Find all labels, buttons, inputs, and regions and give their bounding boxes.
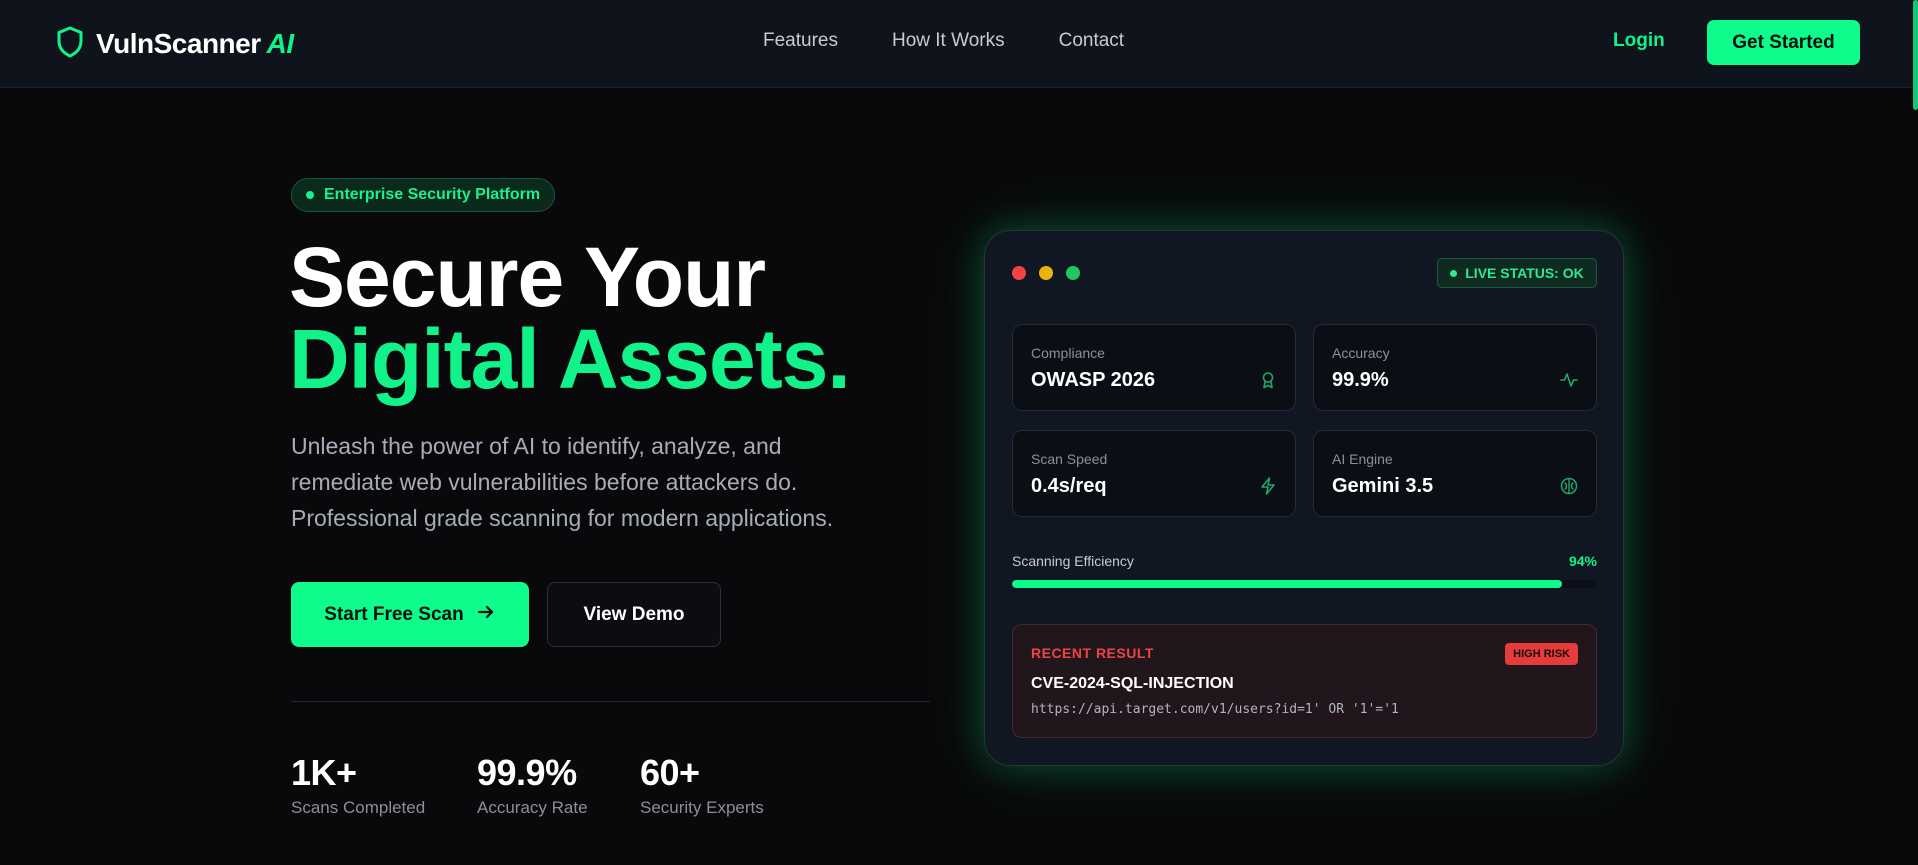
get-started-button[interactable]: Get Started [1707, 20, 1860, 65]
subtitle-line-1: Unleash the power of AI to identify, ana… [291, 433, 782, 459]
efficiency-label: Scanning Efficiency [1012, 553, 1134, 569]
stat-accuracy: 99.9% Accuracy Rate [477, 752, 588, 818]
stat-value: 1K+ [291, 752, 357, 793]
nav-links: Features How It Works Contact [763, 30, 1124, 52]
efficiency-progress-fill [1012, 580, 1562, 588]
nav-link-how-it-works[interactable]: How It Works [892, 30, 1005, 52]
result-url: https://api.target.com/v1/users?id=1' OR… [1031, 702, 1399, 717]
stat-value: 60+ [640, 752, 700, 793]
window-maximize-dot [1066, 266, 1080, 280]
metric-value: 0.4s/req [1031, 475, 1107, 497]
metric-value: OWASP 2026 [1031, 369, 1156, 391]
stat-experts: 60+ Security Experts [640, 752, 764, 818]
metric-label: Compliance [1031, 345, 1105, 361]
login-link[interactable]: Login [1613, 30, 1665, 52]
stat-scans: 1K+ Scans Completed [291, 752, 425, 818]
stat-label: Scans Completed [291, 798, 426, 817]
zap-icon [1259, 477, 1277, 500]
arrow-right-icon [476, 602, 496, 628]
subtitle-line-3: Professional grade scanning for modern a… [291, 505, 834, 531]
metric-scan-speed: Scan Speed 0.4s/req [1012, 430, 1296, 517]
metric-label: Accuracy [1332, 345, 1390, 361]
stat-label: Security Experts [640, 798, 764, 817]
window-controls [1012, 266, 1080, 280]
efficiency-percent: 94% [1568, 553, 1597, 569]
logo-text: VulnScanner AI [96, 28, 294, 60]
window-close-dot [1012, 266, 1026, 280]
subtitle-line-2: remediate web vulnerabilities before att… [291, 469, 798, 495]
metric-label: AI Engine [1332, 451, 1393, 467]
nav-link-contact[interactable]: Contact [1059, 30, 1124, 52]
status-dot-icon [1450, 269, 1458, 277]
metric-accuracy: Accuracy 99.9% [1313, 324, 1597, 411]
badge-label: Enterprise Security Platform [324, 186, 541, 203]
dashboard-card: LIVE STATUS: OK Compliance OWASP 2026 Ac… [984, 230, 1624, 766]
activity-icon [1560, 371, 1578, 394]
award-icon [1259, 371, 1277, 394]
headline-line-1: Secure Your [289, 230, 766, 324]
live-status-badge: LIVE STATUS: OK [1437, 258, 1597, 288]
efficiency-progress-bar [1012, 580, 1597, 588]
metric-compliance: Compliance OWASP 2026 [1012, 324, 1296, 411]
nav-link-features[interactable]: Features [763, 30, 838, 52]
headline-line-2: Digital Assets. [289, 312, 851, 406]
live-status-label: LIVE STATUS: OK [1465, 265, 1584, 281]
logo[interactable]: VulnScanner AI [56, 24, 294, 64]
metric-value: Gemini 3.5 [1332, 475, 1434, 497]
view-demo-button[interactable]: View Demo [547, 582, 721, 647]
metric-ai-engine: AI Engine Gemini 3.5 [1313, 430, 1597, 517]
scrollbar-thumb[interactable] [1913, 0, 1918, 110]
result-title: CVE-2024-SQL-INJECTION [1031, 675, 1234, 692]
risk-badge: HIGH RISK [1505, 643, 1578, 665]
divider [291, 701, 930, 702]
recent-result-label: RECENT RESULT [1031, 645, 1154, 661]
window-minimize-dot [1039, 266, 1053, 280]
recent-result-card[interactable]: RECENT RESULT HIGH RISK CVE-2024-SQL-INJ… [1012, 624, 1597, 738]
stat-value: 99.9% [477, 752, 577, 793]
logo-ai: AI [266, 28, 295, 59]
metric-label: Scan Speed [1031, 451, 1108, 467]
metric-value: 99.9% [1332, 369, 1389, 391]
badge-dot-icon [306, 191, 314, 199]
stat-label: Accuracy Rate [477, 798, 588, 817]
hero-headline: Secure Your Digital Assets. [289, 230, 851, 406]
hero-subtitle: Unleash the power of AI to identify, ana… [291, 428, 891, 536]
start-free-scan-label: Start Free Scan [324, 603, 464, 625]
logo-name: VulnScanner [96, 28, 261, 59]
brain-icon [1560, 477, 1578, 500]
top-navigation: VulnScanner AI Features How It Works Cont… [0, 0, 1918, 88]
shield-icon [56, 26, 84, 63]
platform-badge: Enterprise Security Platform [291, 178, 556, 212]
start-free-scan-button[interactable]: Start Free Scan [291, 582, 529, 647]
